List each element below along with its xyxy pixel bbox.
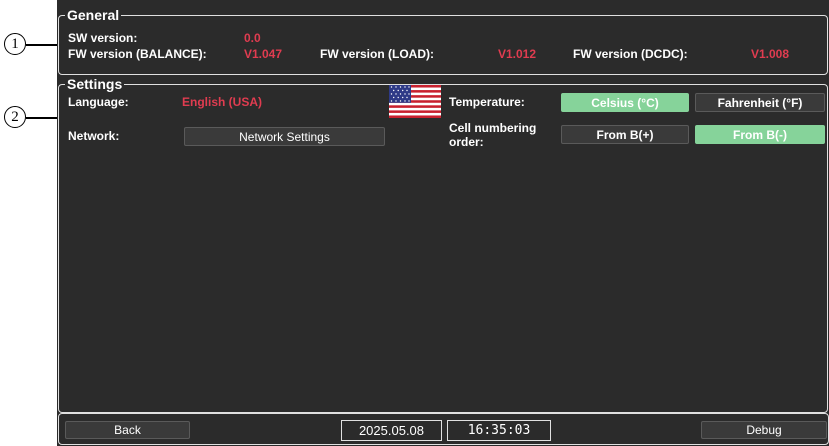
fahrenheit-button[interactable]: Fahrenheit (°F)	[695, 93, 825, 112]
temperature-label: Temperature:	[449, 95, 525, 109]
fw-dcdc-label: FW version (DCDC):	[573, 47, 688, 61]
debug-button[interactable]: Debug	[701, 421, 827, 439]
back-button[interactable]: Back	[65, 421, 190, 439]
fw-dcdc-value: V1.008	[751, 47, 790, 61]
time-display: 16:35:03	[447, 420, 551, 441]
device-screen: General SW version: 0.0 FW version (BALA…	[57, 0, 829, 446]
cell-order-label-line1: Cell numbering	[449, 121, 537, 135]
settings-title: Settings	[67, 76, 123, 92]
fw-load-value: V1.012	[498, 47, 537, 61]
general-title: General	[67, 7, 120, 23]
callout-2-leader	[26, 117, 60, 119]
sw-version-value: 0.0	[244, 31, 261, 45]
celsius-button[interactable]: Celsius (°C)	[561, 93, 689, 112]
network-label: Network:	[68, 129, 120, 143]
from-b-minus-button[interactable]: From B(-)	[695, 125, 825, 144]
fw-balance-label: FW version (BALANCE):	[68, 47, 207, 61]
us-flag-icon[interactable]	[389, 85, 441, 118]
language-label: Language:	[68, 95, 129, 109]
language-value[interactable]: English (USA)	[182, 96, 262, 109]
callout-1-leader	[26, 44, 60, 46]
date-display: 2025.05.08	[341, 420, 442, 441]
cell-order-label-line2: order:	[449, 135, 484, 149]
fw-load-label: FW version (LOAD):	[320, 47, 434, 61]
callout-2: 2	[4, 106, 26, 128]
callout-1: 1	[4, 33, 26, 55]
from-b-plus-button[interactable]: From B(+)	[561, 125, 689, 144]
fw-balance-value: V1.047	[244, 47, 283, 61]
sw-version-label: SW version:	[68, 31, 138, 45]
network-settings-button[interactable]: Network Settings	[184, 127, 385, 146]
general-panel: General	[58, 8, 828, 75]
